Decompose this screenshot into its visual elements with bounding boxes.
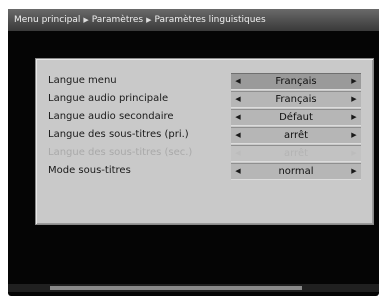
breadcrumb-item-main-menu[interactable]: Menu principal xyxy=(8,9,80,31)
setting-row-primary-audio-language[interactable]: Langue audio principale ◀ Français ▶ xyxy=(48,90,361,108)
scrollbar-thumb[interactable] xyxy=(50,286,302,290)
setting-label: Mode sous-titres xyxy=(48,165,131,176)
arrow-left-icon[interactable]: ◀ xyxy=(231,74,245,89)
arrow-right-icon: ▶ xyxy=(351,149,357,157)
setting-label: Langue audio secondaire xyxy=(48,111,174,122)
breadcrumb-item-settings[interactable]: Paramètres xyxy=(92,9,143,31)
setting-value: Défaut xyxy=(279,112,313,123)
arrow-right-icon[interactable]: ▶ xyxy=(347,92,361,107)
arrow-left-icon[interactable]: ◀ xyxy=(231,164,245,179)
arrow-right-icon[interactable]: ▶ xyxy=(347,74,361,89)
bottom-scrollbar[interactable] xyxy=(8,284,379,292)
settings-list: Langue menu ◀ Français ▶ Langue audio pr… xyxy=(48,72,361,180)
setting-label: Langue menu xyxy=(48,75,117,86)
breadcrumb-separator-icon: ▶ xyxy=(146,16,152,24)
screenshot: Menu principal ▶ Paramètres ▶ Paramètres lin… xyxy=(0,0,391,299)
setting-row-menu-language[interactable]: Langue menu ◀ Français ▶ xyxy=(48,72,361,90)
setting-row-secondary-audio-language[interactable]: Langue audio secondaire ◀ Défaut ▶ xyxy=(48,108,361,126)
setting-value: arrêt xyxy=(283,148,309,159)
tv-screen: Menu principal ▶ Paramètres ▶ Paramètres lin… xyxy=(8,9,379,296)
arrow-left-icon[interactable]: ◀ xyxy=(231,110,245,125)
breadcrumb: Menu principal ▶ Paramètres ▶ Paramètres lin… xyxy=(8,9,379,31)
arrow-right-icon[interactable]: ▶ xyxy=(347,110,361,125)
arrow-left-icon: ◀ xyxy=(235,149,241,157)
setting-label: Langue des sous-titres (pri.) xyxy=(48,129,189,140)
setting-value: Français xyxy=(275,94,317,105)
setting-selector[interactable]: ◀ Français ▶ xyxy=(231,73,361,90)
setting-selector[interactable]: ◀ arrêt ▶ xyxy=(231,127,361,144)
setting-label: Langue des sous-titres (sec.) xyxy=(48,147,193,158)
setting-selector[interactable]: ◀ Français ▶ xyxy=(231,91,361,108)
arrow-right-icon[interactable]: ▶ xyxy=(347,164,361,179)
setting-selector: ◀ arrêt ▶ xyxy=(231,145,361,162)
setting-selector[interactable]: ◀ Défaut ▶ xyxy=(231,109,361,126)
setting-value: Français xyxy=(275,76,317,87)
breadcrumb-item-language-settings: Paramètres linguistiques xyxy=(154,15,266,25)
language-settings-panel: Langue menu ◀ Français ▶ Langue audio pr… xyxy=(35,58,374,225)
arrow-left-icon[interactable]: ◀ xyxy=(231,92,245,107)
setting-value: normal xyxy=(278,166,314,177)
arrow-left-icon[interactable]: ◀ xyxy=(231,128,245,143)
setting-row-subtitle-mode[interactable]: Mode sous-titres ◀ normal ▶ xyxy=(48,162,361,180)
setting-row-primary-subtitle-language[interactable]: Langue des sous-titres (pri.) ◀ arrêt ▶ xyxy=(48,126,361,144)
setting-label: Langue audio principale xyxy=(48,93,169,104)
arrow-right-icon[interactable]: ▶ xyxy=(347,128,361,143)
setting-row-secondary-subtitle-language: Langue des sous-titres (sec.) ◀ arrêt ▶ xyxy=(48,144,361,162)
breadcrumb-separator-icon: ▶ xyxy=(83,16,89,24)
setting-selector[interactable]: ◀ normal ▶ xyxy=(231,163,361,180)
setting-value: arrêt xyxy=(283,130,309,141)
